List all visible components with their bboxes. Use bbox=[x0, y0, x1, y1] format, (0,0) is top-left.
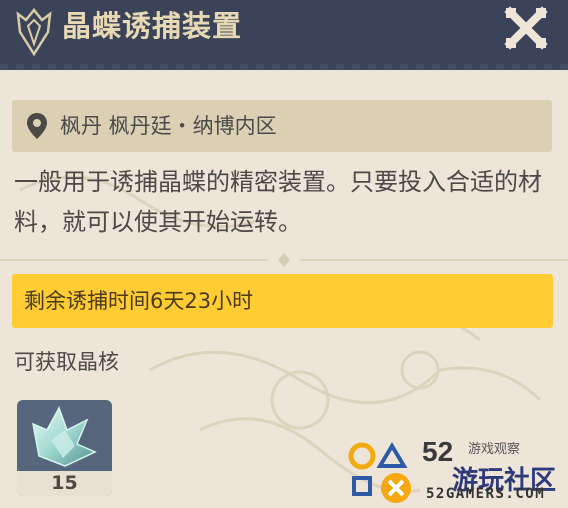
watermark-number: 52 bbox=[422, 436, 454, 467]
gadget-emblem-icon bbox=[16, 7, 52, 57]
site-watermark: 52 游戏观察 游玩社区 52GAMERS.COM bbox=[348, 434, 568, 508]
location-pin-icon bbox=[27, 113, 47, 139]
watermark-subtitle: 游戏观察 bbox=[468, 442, 521, 457]
reward-item-count: 15 bbox=[17, 471, 112, 496]
location-text: 枫丹 枫丹廷・纳博内区 bbox=[60, 114, 277, 138]
location-bar: 枫丹 枫丹廷・纳博内区 bbox=[12, 100, 552, 152]
section-divider bbox=[0, 253, 568, 267]
reward-item-crystal-core[interactable]: 15 bbox=[17, 400, 112, 496]
crystal-core-icon bbox=[32, 406, 97, 467]
rewards-label: 可获取晶核 bbox=[14, 350, 119, 374]
close-icon[interactable] bbox=[502, 4, 550, 52]
gadget-description: 一般用于诱捕晶蝶的精密装置。只要投入合适的材料，就可以使其开始运转。 bbox=[14, 168, 542, 236]
capture-timer-text: 剩余诱捕时间6天23小时 bbox=[24, 289, 254, 313]
capture-timer-bar: 剩余诱捕时间6天23小时 bbox=[12, 274, 553, 328]
dialog-header: 晶蝶诱捕装置 bbox=[0, 0, 568, 70]
dialog-title: 晶蝶诱捕装置 bbox=[62, 9, 243, 43]
dialog-body: 枫丹 枫丹廷・纳博内区 一般用于诱捕晶蝶的精密装置。只要投入合适的材料，就可以使… bbox=[0, 70, 568, 508]
watermark-logo-icon bbox=[348, 442, 411, 503]
watermark-url: 52GAMERS.COM bbox=[426, 486, 546, 502]
